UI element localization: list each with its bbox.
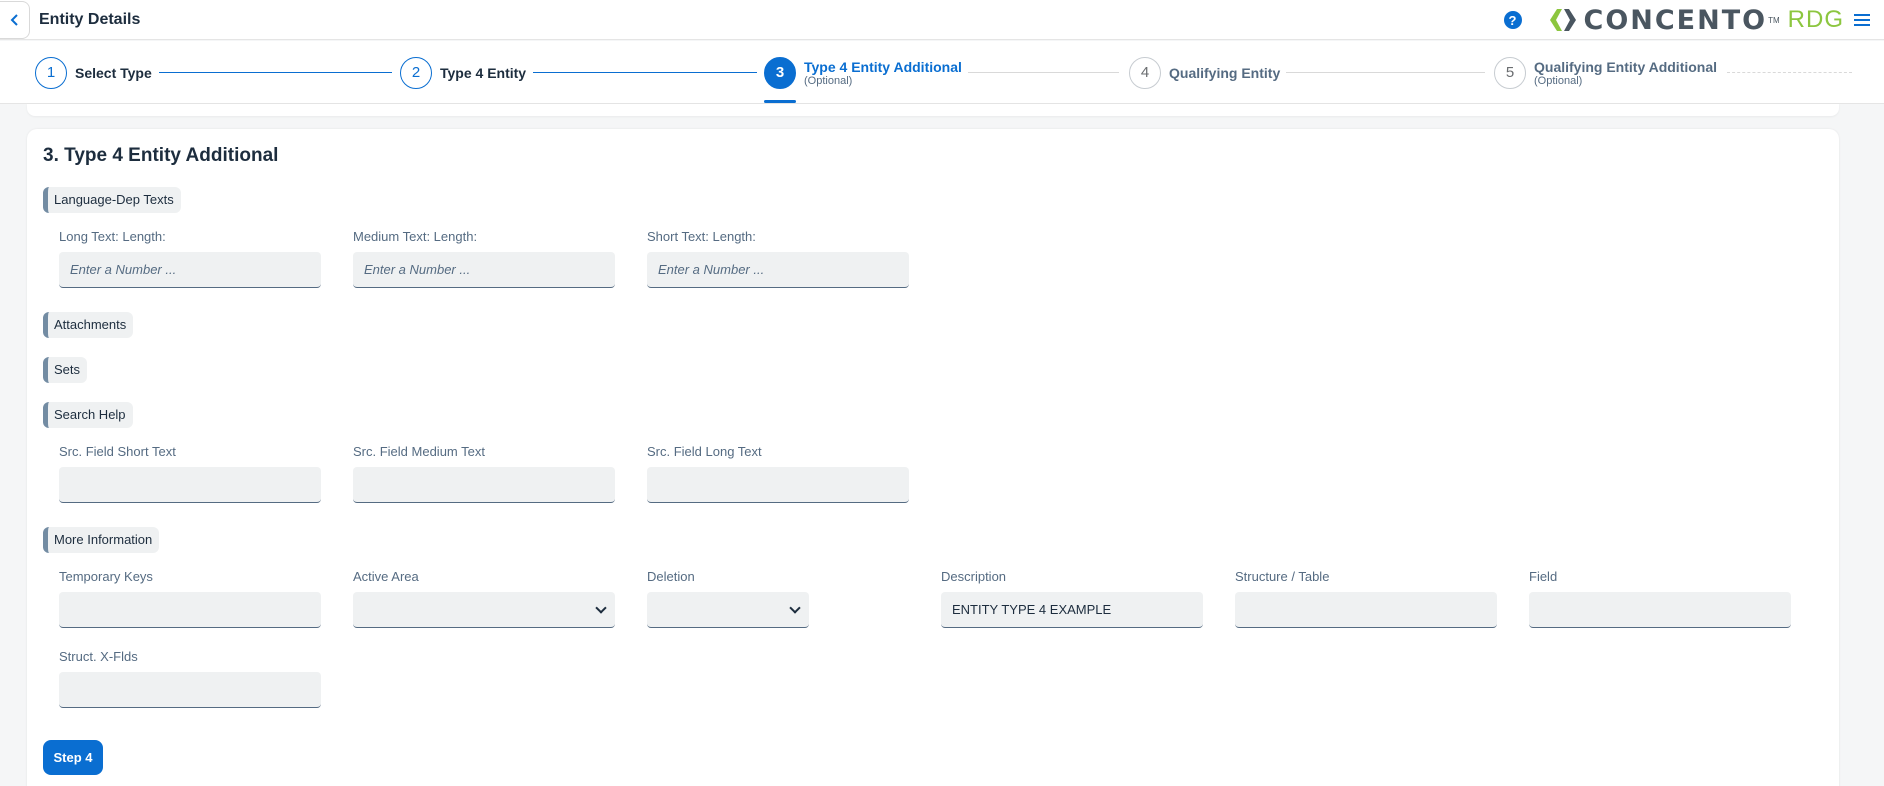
medium-text-length-input[interactable]: Enter a Number ... [353,252,615,288]
description-label: Description [941,569,1007,584]
app-header: Entity Details ? CONCENTO TM RDG [0,0,1884,40]
src-long-input[interactable] [647,467,909,503]
deletion-select[interactable] [647,592,809,628]
step-label: Qualifying Entity Additional [1534,58,1718,75]
logo-tm: TM [1768,15,1780,25]
logo-mark-icon [1549,9,1576,31]
wizard-step-4[interactable]: 4 Qualifying Entity [1129,41,1280,104]
short-text-label: Short Text: Length: [647,229,756,244]
group-more-information[interactable]: More Information [43,527,160,553]
wizard-progress: 1 Select Type 2 Type 4 Entity 3 Type 4 E… [0,41,1884,104]
deletion-label: Deletion [647,569,695,584]
step-label: Type 4 Entity Additional [804,58,962,75]
src-medium-label: Src. Field Medium Text [353,444,485,459]
wizard-step-5[interactable]: 5 Qualifying Entity Additional (Optional… [1494,41,1717,104]
structure-label: Structure / Table [1235,569,1330,584]
step-sub: (Optional) [804,74,853,87]
step-number: 5 [1494,56,1526,89]
src-long-label: Src. Field Long Text [647,444,762,459]
section-title: 3. Type 4 Entity Additional [43,145,279,166]
chevron-left-icon [10,13,18,26]
step-connector [1727,72,1852,73]
src-short-input[interactable] [59,467,321,503]
back-button[interactable] [0,0,30,39]
step-number: 2 [400,56,432,89]
medium-text-label: Medium Text: Length: [353,229,478,244]
step-label: Type 4 Entity [440,64,527,81]
step-label: Qualifying Entity [1169,64,1281,81]
chevron-down-icon [789,601,801,614]
concento-logo: CONCENTO TM RDG [1548,5,1845,36]
wizard-step-1[interactable]: 1 Select Type [35,41,152,104]
chevron-down-icon [595,601,607,614]
temp-keys-input[interactable] [59,592,321,628]
wizard-step-3[interactable]: 3 Type 4 Entity Additional (Optional) [764,41,962,104]
wizard-step-2[interactable]: 2 Type 4 Entity [400,41,526,104]
temp-keys-label: Temporary Keys [59,569,153,584]
logo-text: CONCENTO [1583,4,1768,36]
src-short-label: Src. Field Short Text [59,444,176,459]
step-sub: (Optional) [1534,74,1583,87]
step-label: Select Type [75,64,152,81]
step-4-button[interactable]: Step 4 [43,740,103,775]
field-label: Field [1529,569,1558,584]
step-number: 3 [764,56,796,89]
long-text-length-input[interactable]: Enter a Number ... [59,252,321,288]
step-number: 1 [35,56,67,89]
group-language-dep-texts[interactable]: Language-Dep Texts [43,187,181,213]
struct-xflds-input[interactable] [59,672,321,708]
active-area-label: Active Area [353,569,419,584]
structure-table-input[interactable] [1235,592,1497,628]
active-step-indicator [764,100,796,103]
step-connector [159,72,392,73]
long-text-label: Long Text: Length: [59,229,166,244]
short-text-length-input[interactable]: Enter a Number ... [647,252,909,288]
group-sets[interactable]: Sets [43,357,88,383]
previous-card-edge [27,104,1839,116]
description-input[interactable]: ENTITY TYPE 4 EXAMPLE [941,592,1203,628]
group-attachments[interactable]: Attachments [43,312,134,338]
help-icon[interactable]: ? [1503,11,1522,29]
logo-suffix: RDG [1787,6,1844,33]
step-connector [1286,72,1485,73]
hamburger-menu-icon[interactable] [1854,0,1878,40]
src-medium-input[interactable] [353,467,615,503]
active-area-select[interactable] [353,592,615,628]
group-search-help[interactable]: Search Help [43,402,133,428]
step-connector [968,72,1119,73]
field-input[interactable] [1529,592,1791,628]
struct-xflds-label: Struct. X-Flds [59,649,138,664]
step-connector [533,72,757,73]
page-title: Entity Details [39,10,141,28]
step-card: 3. Type 4 Entity Additional Language-Dep… [27,129,1839,786]
step-number: 4 [1129,56,1161,89]
